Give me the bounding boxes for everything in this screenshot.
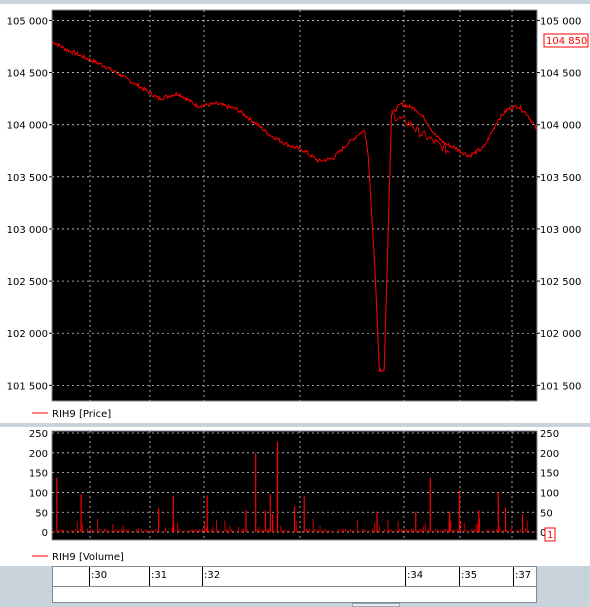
time-label: :35	[461, 570, 478, 581]
price-y-tick-right: 102 500	[540, 277, 581, 288]
volume-y-tick-left: 200	[29, 449, 48, 460]
price-y-tick-left: 102 500	[7, 277, 48, 288]
panel-splitter[interactable]	[0, 423, 590, 427]
price-y-tick-right: 103 000	[540, 225, 581, 236]
price-last-value-badge: 104 850	[543, 33, 589, 48]
price-y-tick-left: 103 000	[7, 225, 48, 236]
time-label: :34	[407, 570, 424, 581]
price-y-tick-right: 103 500	[540, 173, 581, 184]
volume-legend-label: RIH9 [Volume]	[52, 552, 124, 563]
time-axis[interactable]: :30 :31 :32 :34 :35 :37	[52, 566, 537, 587]
price-last-value: 104 850	[546, 36, 587, 47]
price-y-tick-right: 101 500	[540, 381, 581, 392]
price-legend-label: RIH9 [Price]	[52, 409, 111, 420]
volume-y-tick-right: 250	[540, 429, 559, 440]
price-y-tick-left: 102 000	[7, 329, 48, 340]
time-separator	[149, 567, 150, 586]
bottom-tab-button[interactable]	[352, 603, 400, 607]
price-plot-area[interactable]	[51, 9, 538, 402]
volume-y-tick-left: 250	[29, 429, 48, 440]
price-y-tick-left: 104 500	[7, 69, 48, 80]
time-separator	[202, 567, 203, 586]
price-y-tick-right: 102 000	[540, 329, 581, 340]
volume-y-tick-left: 0	[42, 528, 48, 539]
horizontal-scrollbar[interactable]	[52, 587, 537, 603]
time-label: :37	[515, 570, 532, 581]
volume-y-tick-right: 50	[540, 508, 553, 519]
volume-y-tick-left: 150	[29, 469, 48, 480]
price-y-tick-left: 104 000	[7, 121, 48, 132]
price-y-tick-left: 103 500	[7, 173, 48, 184]
time-separator	[405, 567, 406, 586]
volume-y-tick-right: 150	[540, 469, 559, 480]
volume-y-tick-left: 100	[29, 488, 48, 499]
volume-last-value: 1	[547, 530, 553, 541]
time-label: :31	[151, 570, 168, 581]
time-label: :30	[91, 570, 108, 581]
price-y-tick-right: 105 000	[540, 16, 581, 27]
price-y-tick-left: 105 000	[7, 16, 48, 27]
volume-y-tick-right: 100	[540, 488, 559, 499]
volume-y-tick-left: 50	[35, 508, 48, 519]
time-separator	[459, 567, 460, 586]
chart-canvas: 105 000 104 500 104 000 103 500 103 000 102 5…	[0, 4, 590, 566]
price-y-tick-right: 104 000	[540, 121, 581, 132]
time-label: :32	[204, 570, 221, 581]
price-y-tick-left: 101 500	[7, 381, 48, 392]
time-separator	[513, 567, 514, 586]
time-separator	[89, 567, 90, 586]
price-y-tick-right: 104 500	[540, 69, 581, 80]
volume-y-tick-right: 200	[540, 449, 559, 460]
volume-last-value-badge: 1	[544, 527, 556, 542]
